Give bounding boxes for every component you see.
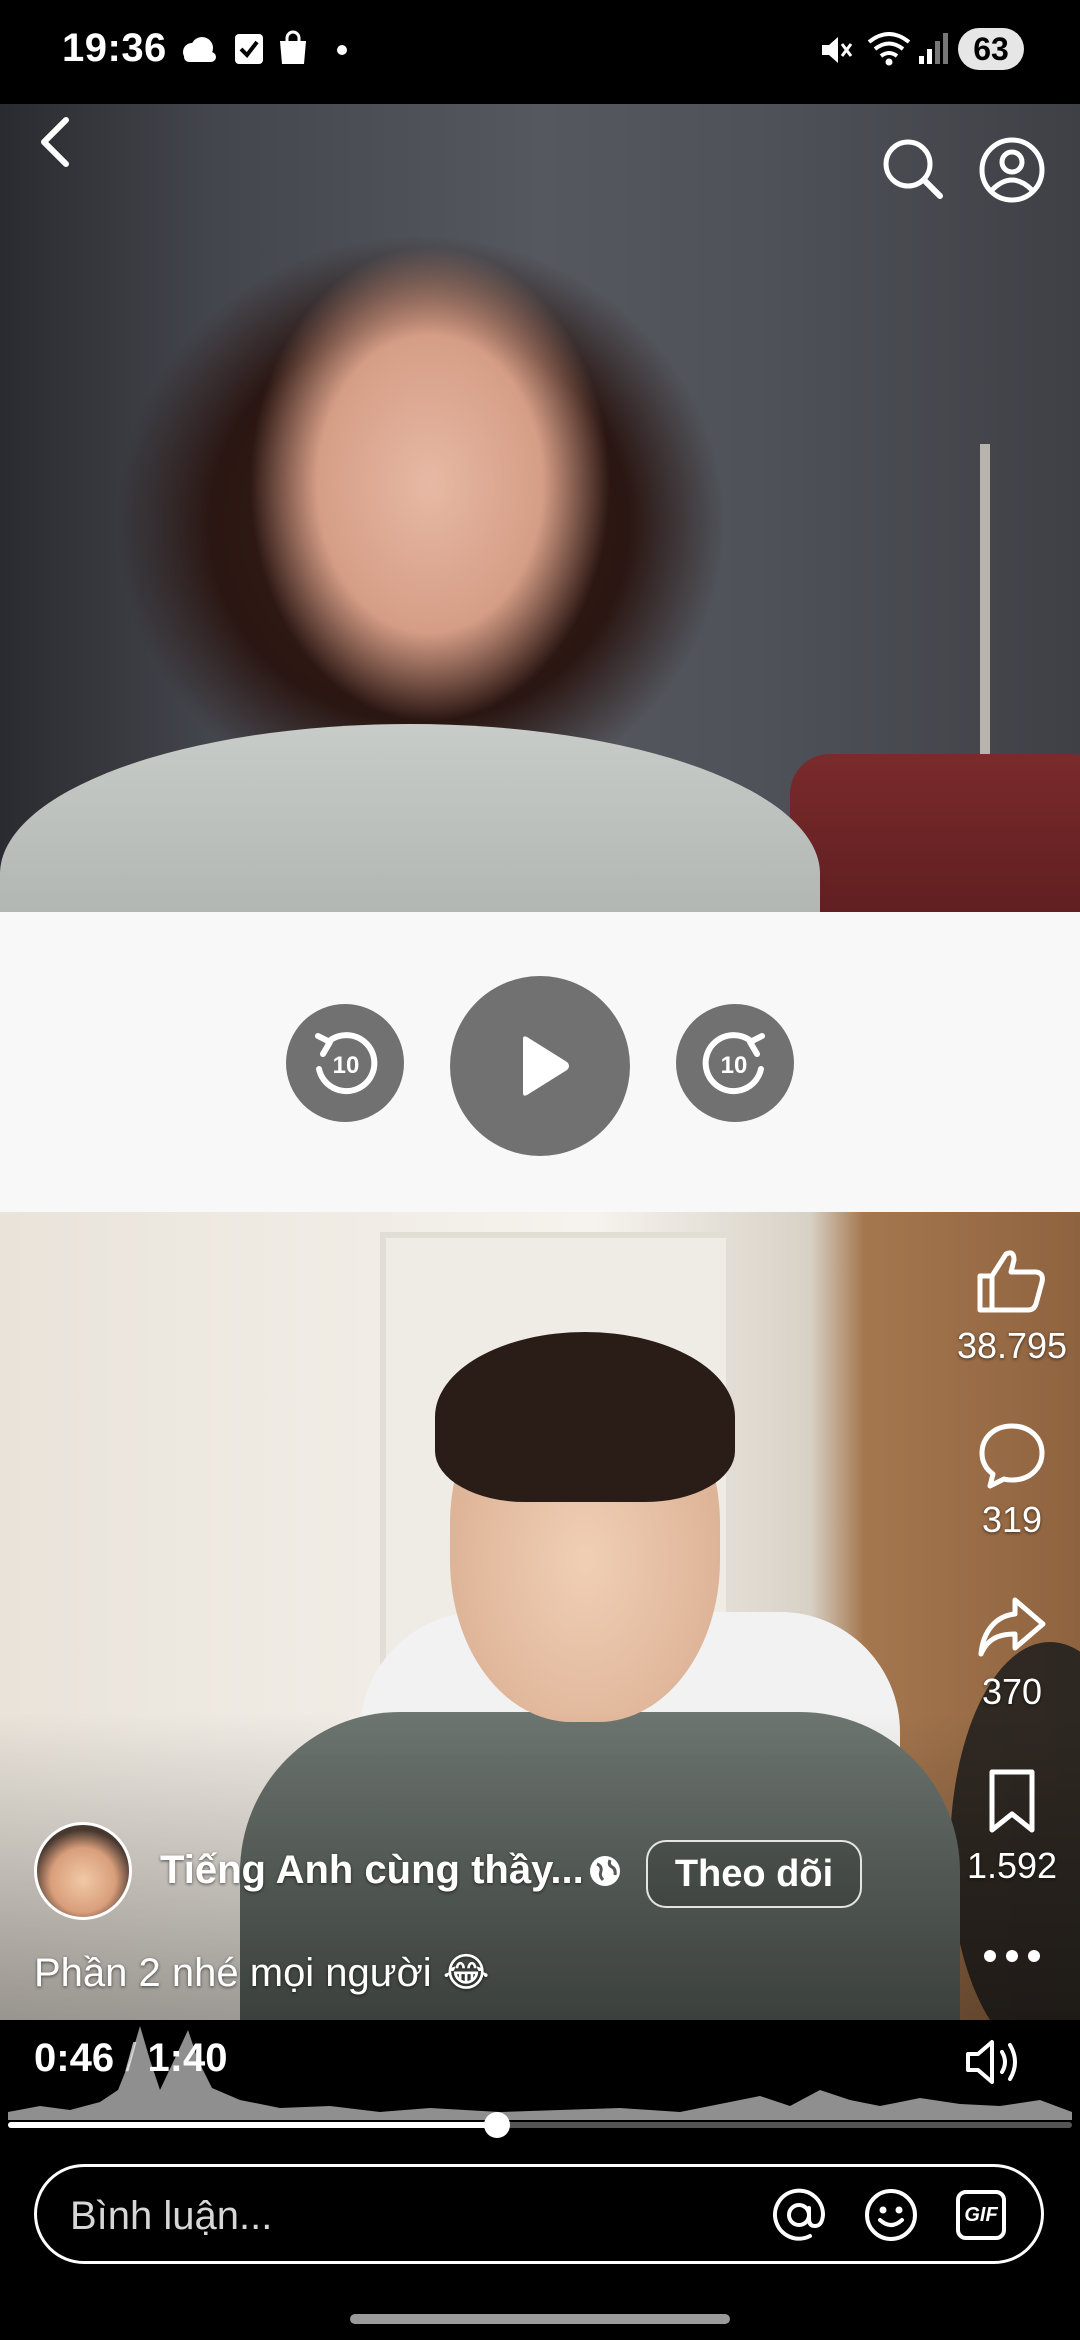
current-time: 0:46 [34,2036,115,2080]
rewind-10-icon: 10 [315,1032,378,1095]
like-button[interactable]: 38.795 [952,1246,1072,1367]
thumbs-up-icon [977,1250,1045,1313]
comment-count: 319 [981,1499,1043,1540]
home-indicator[interactable] [350,2314,730,2324]
save-button[interactable]: 1.592 [952,1766,1072,1887]
follow-button[interactable]: Theo dõi [646,1840,862,1908]
rewind-button[interactable]: 10 [286,1004,404,1122]
time-readout: 0:46 / 1:40 [34,2036,228,2081]
back-icon[interactable] [30,112,82,172]
bottom-video-frame[interactable] [0,1212,1080,2020]
shopping-bag-icon [280,30,306,64]
weather-icon [183,37,216,62]
background-chair [790,754,1080,912]
progress-handle[interactable] [484,2112,510,2138]
person-hair [435,1332,735,1502]
time-separator: / [125,2036,137,2080]
emoji-icon[interactable] [862,2186,920,2244]
profile-icon[interactable] [978,136,1046,204]
rewind-seconds: 10 [333,1052,360,1079]
progress-fill [8,2122,497,2128]
bookmark-icon [989,1769,1035,1833]
checkbox-icon [235,34,263,64]
save-count: 1.592 [966,1845,1058,1886]
like-count: 38.795 [956,1325,1068,1366]
post-caption: Phần 2 nhé mọi người 😂 [34,1951,490,1995]
play-icon [523,1036,569,1096]
share-arrow-icon [978,1597,1046,1657]
gif-label: GIF [964,2204,998,2226]
mute-icon [822,37,853,63]
share-count: 370 [981,1671,1043,1712]
more-options-icon[interactable] [982,1948,1042,1964]
dot-icon [337,45,347,55]
signal-icon [919,33,948,64]
duration: 1:40 [147,2036,228,2080]
play-button[interactable] [450,976,630,1156]
volume-icon[interactable] [964,2036,1024,2088]
forward-seconds: 10 [721,1052,748,1079]
person-shirt [0,724,820,912]
wifi-icon [867,32,911,66]
forward-10-icon: 10 [702,1032,765,1095]
battery-level: 63 [973,31,1009,67]
comment-bubble-icon [979,1423,1045,1489]
forward-button[interactable]: 10 [676,1004,794,1122]
share-button[interactable]: 370 [952,1592,1072,1713]
search-icon[interactable] [880,136,946,202]
comment-button[interactable]: 319 [952,1420,1072,1541]
channel-avatar[interactable] [34,1822,132,1920]
top-video-frame[interactable] [0,104,1080,912]
comment-placeholder: Bình luận... [70,2194,273,2238]
mention-icon[interactable] [770,2186,828,2244]
gif-button[interactable]: GIF [956,2190,1006,2240]
battery-icon: 63 [958,28,1024,70]
globe-icon [590,1856,620,1886]
status-time: 19:36 [62,26,167,70]
channel-name[interactable]: Tiếng Anh cùng thầy... [160,1848,584,1893]
